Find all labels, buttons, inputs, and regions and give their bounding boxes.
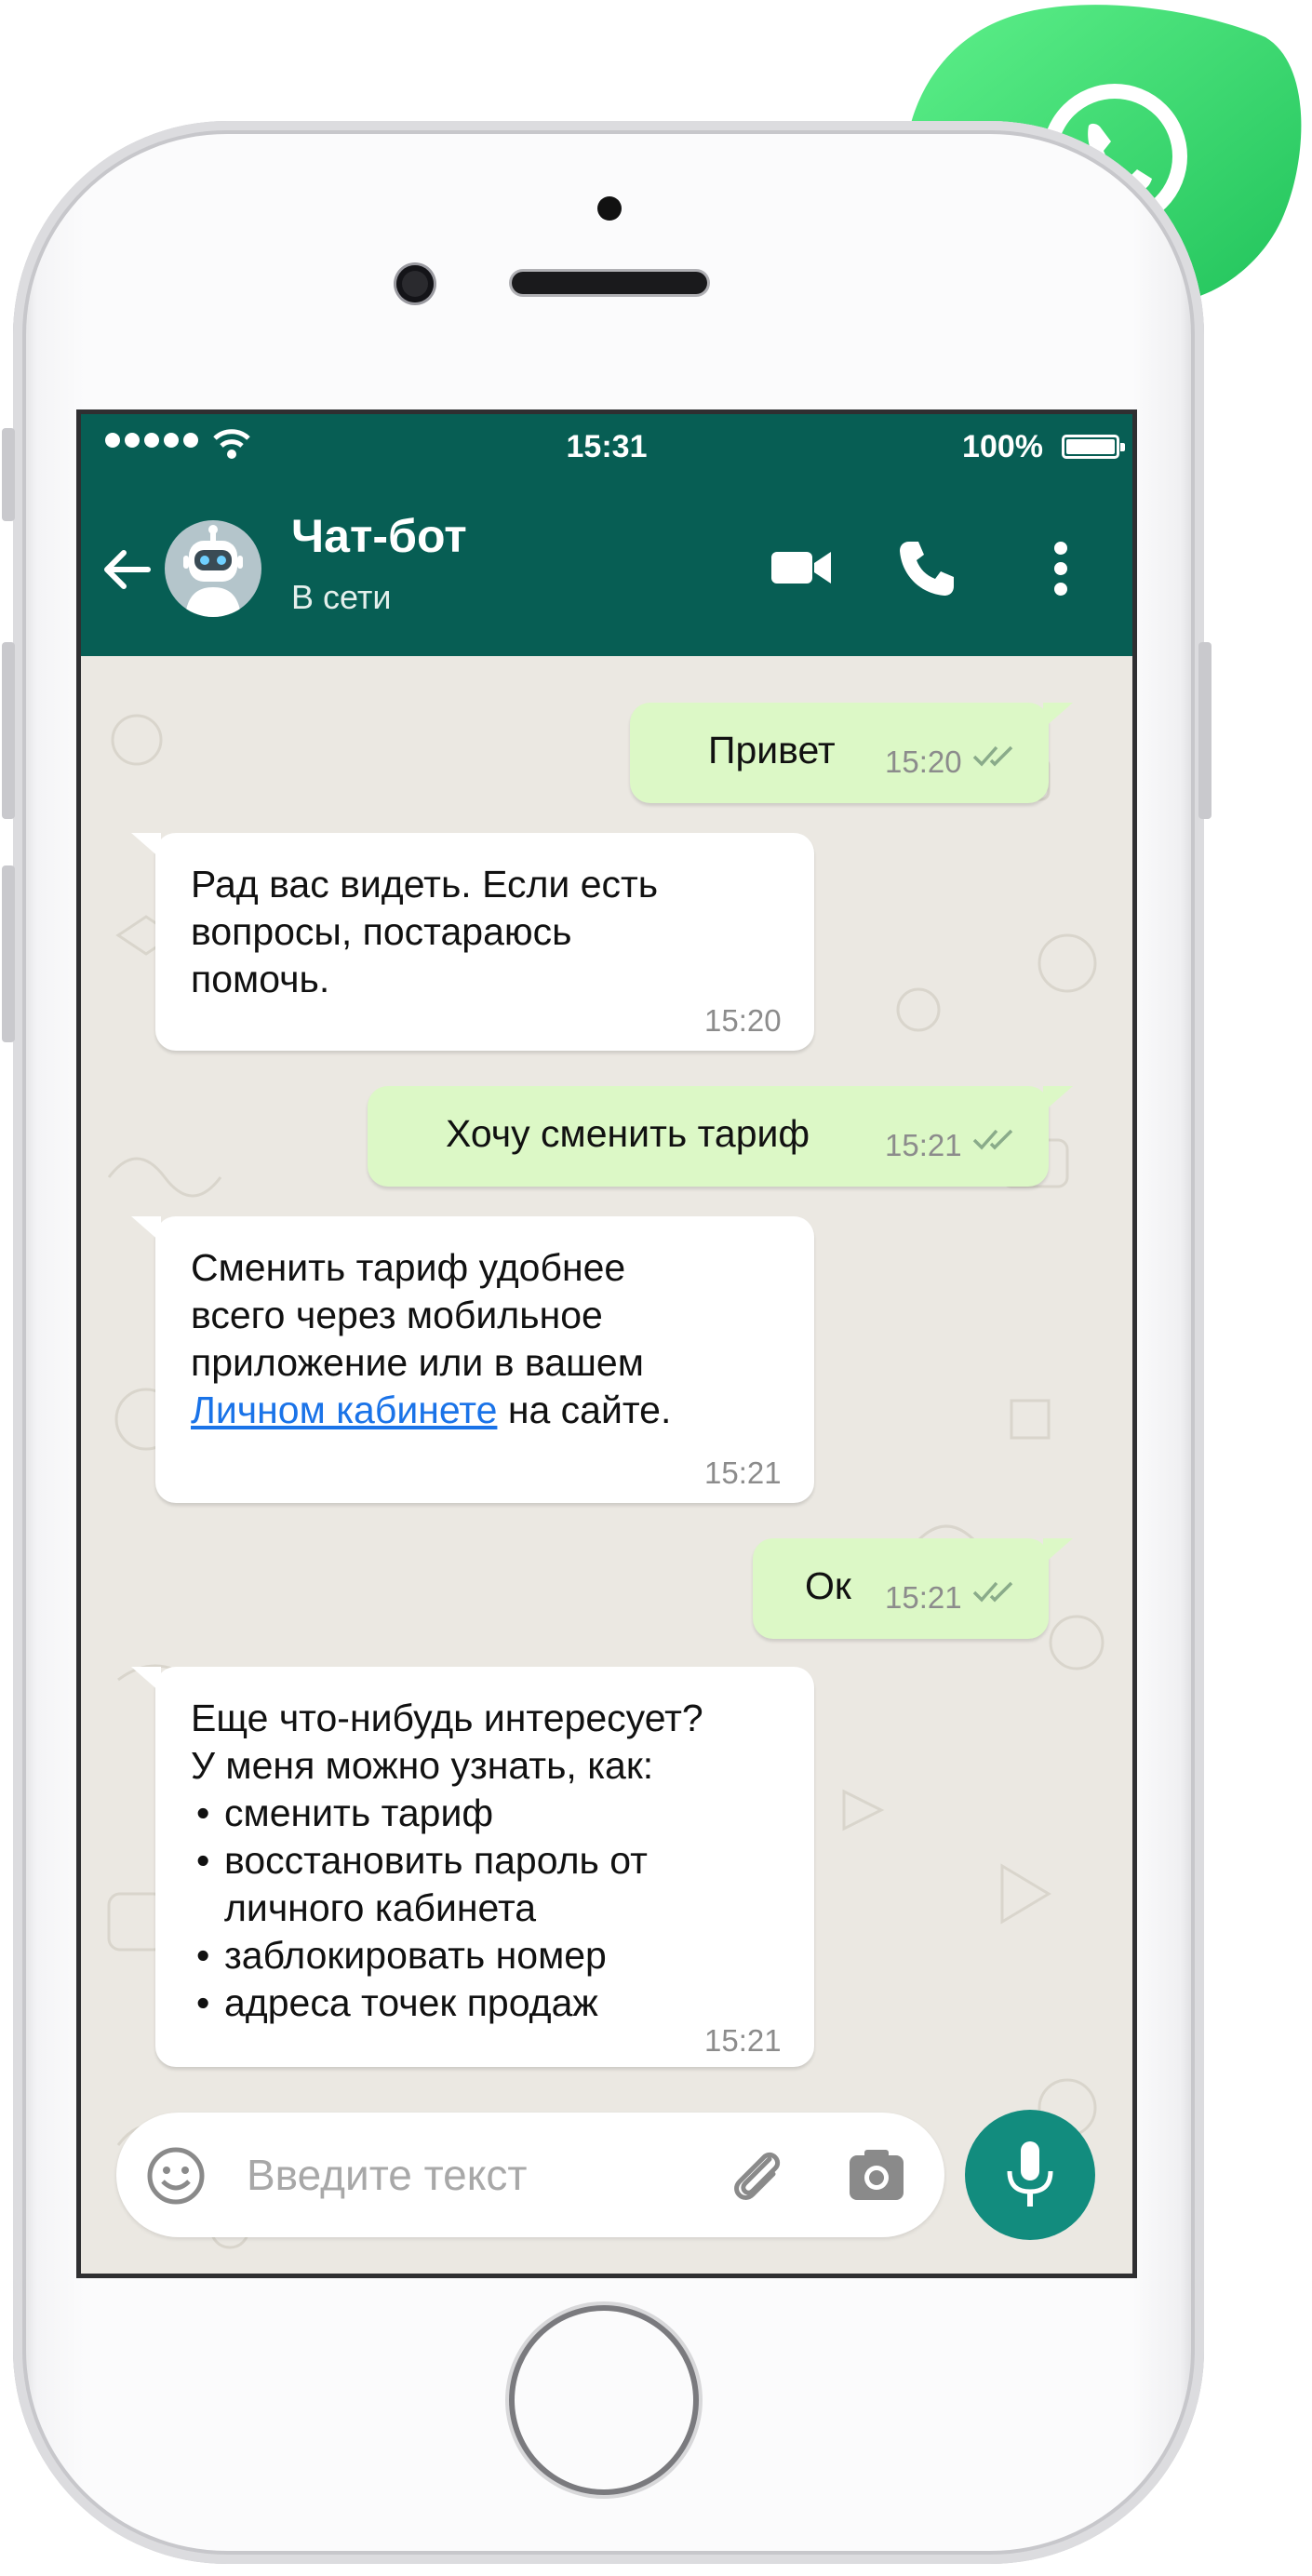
silent-switch [2, 428, 15, 521]
message-outgoing: Привет 15:20 [630, 703, 1073, 803]
list-item: • заблокировать номер [196, 1934, 607, 1977]
message-line: У меня можно узнать, как: [191, 1744, 654, 1787]
message-line: Еще что-нибудь интересует? [191, 1697, 703, 1739]
message-incoming: Рад вас видеть. Если есть вопросы, поста… [131, 833, 814, 1051]
message-outgoing: Ок 15:21 [753, 1538, 1073, 1639]
status-bar: 15:31 100% [81, 414, 1132, 477]
list-item: • сменить тариф [196, 1791, 494, 1834]
earpiece-speaker [512, 272, 707, 294]
chat-status: В сети [291, 578, 392, 616]
camera-icon[interactable] [848, 2148, 905, 2202]
message-text: Привет [708, 729, 836, 771]
phone-icon[interactable] [896, 538, 956, 597]
double-check-icon [972, 1581, 1013, 1603]
phone-screen: 15:31 100% Чат-бот В сети Привет 15:20 Р… [76, 409, 1137, 2278]
list-item: • адреса точек продаж [196, 1981, 598, 2024]
message-incoming: Сменить тариф удобнее всего через мобиль… [131, 1216, 814, 1503]
volume-down-button [2, 865, 15, 1042]
message-time: 15:21 [704, 1456, 782, 1490]
list-item: личного кабинета [224, 1886, 537, 1929]
volume-up-button [2, 642, 15, 819]
proximity-sensor [597, 196, 622, 221]
personal-account-link[interactable]: Личном кабинете [191, 1389, 497, 1431]
front-camera [396, 265, 434, 302]
message-line: помочь. [191, 958, 330, 1000]
more-vert-icon[interactable] [1052, 541, 1069, 597]
paperclip-icon[interactable] [727, 2144, 788, 2206]
message-time: 15:20 [704, 1003, 782, 1038]
message-line: всего через мобильное [191, 1294, 603, 1336]
message-text: Хочу сменить тариф [446, 1112, 810, 1155]
message-incoming: Еще что-нибудь интересует? У меня можно … [131, 1667, 814, 2067]
chat-header: Чат-бот В сети [81, 477, 1132, 656]
battery-percent: 100% [962, 429, 1043, 464]
message-line: приложение или в вашем [191, 1341, 644, 1384]
home-button[interactable] [515, 2311, 693, 2489]
message-time: 15:21 [885, 1128, 962, 1162]
double-check-icon [972, 1129, 1013, 1150]
message-time: 15:21 [885, 1580, 962, 1615]
list-item: • восстановить пароль от [196, 1839, 648, 1882]
message-text: Ок [805, 1564, 851, 1607]
robot-avatar-icon [183, 525, 243, 617]
arrow-left-icon[interactable] [101, 547, 152, 592]
message-input-bar[interactable]: Введите текст [116, 2113, 944, 2237]
battery-icon [1062, 435, 1125, 459]
message-text: на сайте. [497, 1389, 672, 1431]
video-camera-icon[interactable] [770, 544, 835, 591]
message-line: Сменить тариф удобнее [191, 1246, 626, 1289]
message-line: вопросы, постараюсь [191, 910, 572, 953]
message-line: Рад вас видеть. Если есть [191, 863, 659, 906]
message-time: 15:20 [885, 745, 962, 779]
power-button [1198, 642, 1212, 819]
double-check-icon [972, 745, 1013, 767]
smiley-icon[interactable] [146, 2146, 206, 2206]
message-input[interactable]: Введите текст [247, 2150, 527, 2200]
chat-title: Чат-бот [291, 510, 467, 562]
message-time: 15:21 [704, 2023, 782, 2058]
microphone-icon [1007, 2141, 1053, 2207]
microphone-button[interactable] [965, 2110, 1095, 2240]
message-outgoing: Хочу сменить тариф 15:21 [368, 1086, 1073, 1187]
avatar[interactable] [165, 520, 261, 617]
message-line: Личном кабинете на сайте. [191, 1387, 671, 1434]
